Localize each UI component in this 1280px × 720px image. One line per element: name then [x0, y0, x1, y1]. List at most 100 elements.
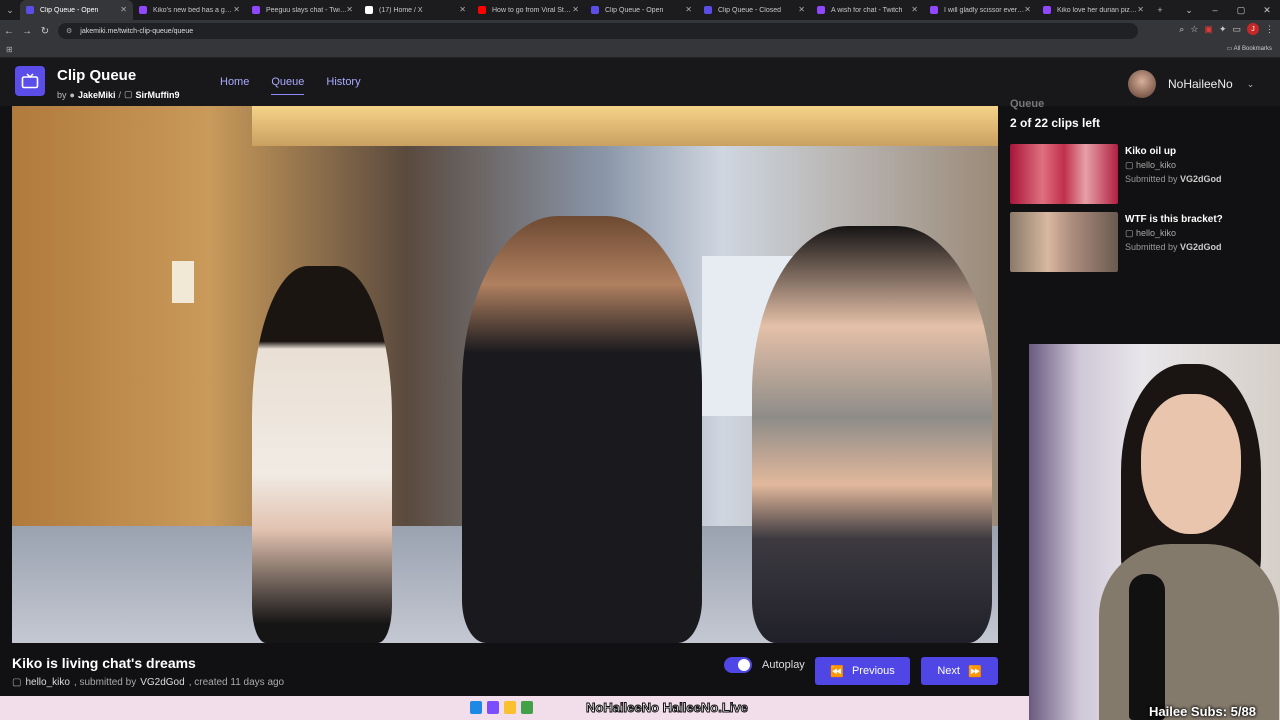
queue-item[interactable]: WTF is this bracket? ▢ hello_kiko Submit… [1010, 212, 1270, 274]
site-info-icon[interactable]: ⚙ [66, 27, 72, 35]
next-label: Next [937, 665, 960, 677]
tab-favicon-icon [591, 6, 599, 14]
toolbar-actions: ⌕ ☆ ▣ ✦ ▭ J ⋮ [1179, 23, 1274, 35]
tab-close-icon[interactable]: ✕ [911, 5, 918, 14]
queue-item-channel: ▢ hello_kiko [1125, 228, 1177, 238]
video-frame-person-left [252, 266, 392, 643]
github-icon: ● [69, 89, 75, 100]
queue-heading: Queue [1010, 98, 1045, 110]
windows-start-icon[interactable] [470, 701, 482, 714]
browser-tab[interactable]: Kiko love her durian pizza - ✕ [1037, 0, 1150, 20]
tab-label: (17) Home / X [379, 6, 423, 14]
submitted-by-label: , submitted by [73, 677, 137, 688]
submitted-by-label: Submitted by [1125, 242, 1178, 252]
browser-tab[interactable]: How to go from Viral Star to ✕ [472, 0, 585, 20]
back-button[interactable]: ← [0, 26, 18, 37]
twitch-icon: ▢ [124, 89, 133, 99]
video-frame-ceiling [252, 106, 998, 146]
maximize-button[interactable]: ▢ [1228, 0, 1254, 20]
extension-icon[interactable]: ▣ [1204, 24, 1213, 35]
tab-close-icon[interactable]: ✕ [459, 5, 466, 14]
tab-close-icon[interactable]: ✕ [798, 5, 805, 14]
reload-button[interactable]: ↻ [36, 26, 54, 37]
tab-label: Peeguu slays chat - Twitch [266, 6, 348, 14]
browser-tab[interactable]: Peeguu slays chat - Twitch ✕ [246, 0, 359, 20]
bookmark-star-icon[interactable]: ☆ [1190, 24, 1198, 35]
menu-icon[interactable]: ⋮ [1265, 24, 1274, 35]
author-sirmuffin-link[interactable]: SirMuffin9 [136, 90, 180, 100]
all-bookmarks-label: All Bookmarks [1233, 46, 1272, 52]
nav-queue[interactable]: Queue [271, 76, 305, 95]
browser-tab[interactable]: Kiko's new bed has a guest ✕ [133, 0, 246, 20]
clip-thumbnail[interactable] [1010, 144, 1118, 204]
window-controls: ⌄ – ▢ ✕ [1176, 0, 1280, 20]
tab-label: Kiko love her durian pizza - [1057, 6, 1139, 14]
browser-tab-bar: ⌄ Clip Queue - Open ✕ Kiko's new bed has a… [0, 0, 1280, 20]
profile-avatar[interactable]: J [1247, 23, 1259, 35]
tab-close-icon[interactable]: ✕ [120, 5, 127, 14]
fast-forward-icon: ⏩ [967, 665, 982, 678]
close-window-button[interactable]: ✕ [1254, 0, 1280, 20]
twitch-icon: ▢ [12, 677, 22, 688]
queue-item-title: Kiko oil up [1125, 146, 1177, 157]
tab-close-icon[interactable]: ✕ [685, 5, 692, 14]
url-field[interactable]: ⚙ jakemiki.me/twitch-clip-queue/queue [58, 23, 1138, 39]
author-jakemiki-link[interactable]: JakeMiki [78, 90, 116, 100]
previous-button[interactable]: ⏪ Previous [815, 657, 910, 685]
tab-close-icon[interactable]: ✕ [233, 5, 240, 14]
queue-item[interactable]: Kiko oil up ▢ hello_kiko Submitted by VG… [1010, 144, 1270, 206]
webcam-body [1099, 544, 1279, 720]
queue-item-channel: ▢ hello_kiko [1125, 160, 1177, 170]
autoplay-control[interactable]: Autoplay [724, 657, 805, 673]
tab-close-icon[interactable]: ✕ [1024, 5, 1031, 14]
webcam-face [1141, 394, 1241, 534]
app-icon[interactable] [487, 701, 499, 714]
apps-icon[interactable]: ⊞ [6, 45, 13, 54]
nav-history[interactable]: History [326, 76, 360, 95]
new-tab-button[interactable]: + [1150, 0, 1170, 20]
tab-favicon-icon [1043, 6, 1051, 14]
queue-item-title: WTF is this bracket? [1125, 214, 1223, 225]
queue-item-submitter: Submitted by VG2dGod [1125, 242, 1222, 252]
browser-tab[interactable]: Clip Queue - Open ✕ [20, 0, 133, 20]
clip-video-player[interactable] [12, 106, 998, 643]
sidebar-icon[interactable]: ▭ [1232, 24, 1241, 35]
all-bookmarks-link[interactable]: ▭ All Bookmarks [1227, 45, 1272, 52]
folder-icon[interactable] [504, 701, 516, 714]
user-menu[interactable]: NoHaileeNo ⌄ [1128, 70, 1254, 98]
zoom-icon[interactable]: ⌕ [1179, 24, 1184, 35]
tab-close-icon[interactable]: ✕ [572, 5, 579, 14]
browser-tab[interactable]: (17) Home / X ✕ [359, 0, 472, 20]
clip-thumbnail[interactable] [1010, 212, 1118, 272]
browser-tab[interactable]: I will gladly scissor everyone ✕ [924, 0, 1037, 20]
by-label: by [57, 89, 67, 100]
tab-search-icon[interactable]: ⌄ [0, 0, 20, 20]
video-frame-person-center [462, 216, 702, 643]
clip-channel-link[interactable]: hello_kiko [25, 677, 69, 688]
tv-logo-icon[interactable] [15, 66, 45, 96]
extensions-puzzle-icon[interactable]: ✦ [1219, 24, 1227, 35]
bookmarks-bar: ⊞ ▭ All Bookmarks [0, 42, 1280, 58]
tab-favicon-icon [252, 6, 260, 14]
next-button[interactable]: Next ⏩ [921, 657, 998, 685]
app-icon[interactable] [521, 701, 533, 714]
tab-close-icon[interactable]: ✕ [1137, 5, 1144, 14]
autoplay-toggle[interactable] [724, 657, 752, 673]
username: NoHaileeNo [1168, 77, 1233, 91]
queue-item-channel-name: hello_kiko [1136, 160, 1177, 170]
submitter-name: VG2dGod [1180, 242, 1222, 252]
browser-tab[interactable]: Clip Queue - Open ✕ [585, 0, 698, 20]
minimize-button[interactable]: – [1202, 0, 1228, 20]
nav-home[interactable]: Home [220, 76, 249, 95]
avatar[interactable] [1128, 70, 1156, 98]
chevron-down-icon[interactable]: ⌄ [1247, 79, 1255, 90]
forward-button[interactable]: → [18, 26, 36, 37]
main-nav: Home Queue History [220, 76, 383, 95]
browser-tab[interactable]: Clip Queue - Closed ✕ [698, 0, 811, 20]
queue-item-submitter: Submitted by VG2dGod [1125, 174, 1222, 184]
tab-label: Kiko's new bed has a guest [153, 6, 235, 14]
chevron-down-icon[interactable]: ⌄ [1176, 0, 1202, 20]
tab-close-icon[interactable]: ✕ [346, 5, 353, 14]
previous-label: Previous [851, 665, 895, 677]
browser-tab[interactable]: A wish for chat - Twitch ✕ [811, 0, 924, 20]
